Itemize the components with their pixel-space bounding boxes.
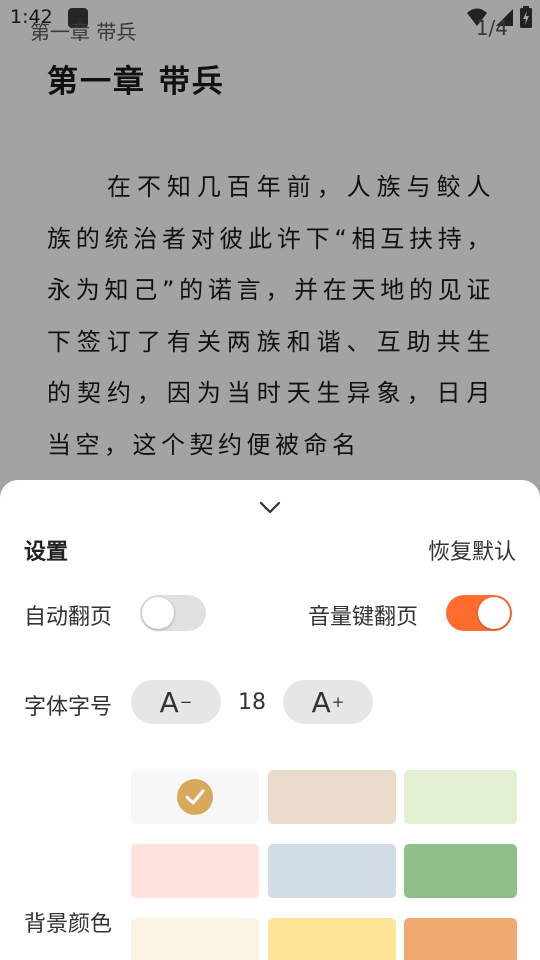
bg-swatch-8[interactable]	[268, 918, 396, 960]
settings-title: 设置	[24, 540, 69, 565]
font-increase-label: A	[311, 685, 331, 719]
volume-key-toggle[interactable]	[446, 595, 512, 631]
bg-swatch-4[interactable]	[131, 844, 259, 898]
minus-icon: −	[179, 692, 193, 711]
collapse-sheet-button[interactable]	[254, 494, 286, 522]
bg-swatch-7[interactable]	[131, 918, 259, 960]
toggle-knob	[478, 597, 510, 629]
font-decrease-button[interactable]: A −	[131, 680, 221, 724]
bg-swatch-1[interactable]	[131, 770, 259, 824]
settings-sheet: 设置 恢复默认 自动翻页 音量键翻页 字体字号 A − 18 A + 背景颜色	[0, 480, 540, 960]
bg-swatch-5[interactable]	[268, 844, 396, 898]
toggle-knob	[142, 597, 174, 629]
chevron-down-icon	[259, 501, 281, 514]
bg-swatch-3[interactable]	[404, 770, 517, 824]
bg-swatch-9[interactable]	[404, 918, 517, 960]
selected-check	[177, 779, 213, 815]
bg-swatch-2[interactable]	[268, 770, 396, 824]
font-increase-button[interactable]: A +	[283, 680, 373, 724]
check-icon	[185, 789, 205, 805]
font-decrease-label: A	[159, 685, 179, 719]
plus-icon: +	[331, 692, 345, 711]
font-size-value: 18	[238, 690, 266, 715]
background-color-label: 背景颜色	[24, 912, 113, 937]
font-size-label: 字体字号	[24, 695, 113, 720]
reset-defaults-button[interactable]: 恢复默认	[428, 534, 516, 566]
auto-page-toggle[interactable]	[140, 595, 206, 631]
auto-page-label: 自动翻页	[24, 605, 113, 630]
volume-key-label: 音量键翻页	[308, 605, 419, 630]
bg-swatch-6[interactable]	[404, 844, 517, 898]
